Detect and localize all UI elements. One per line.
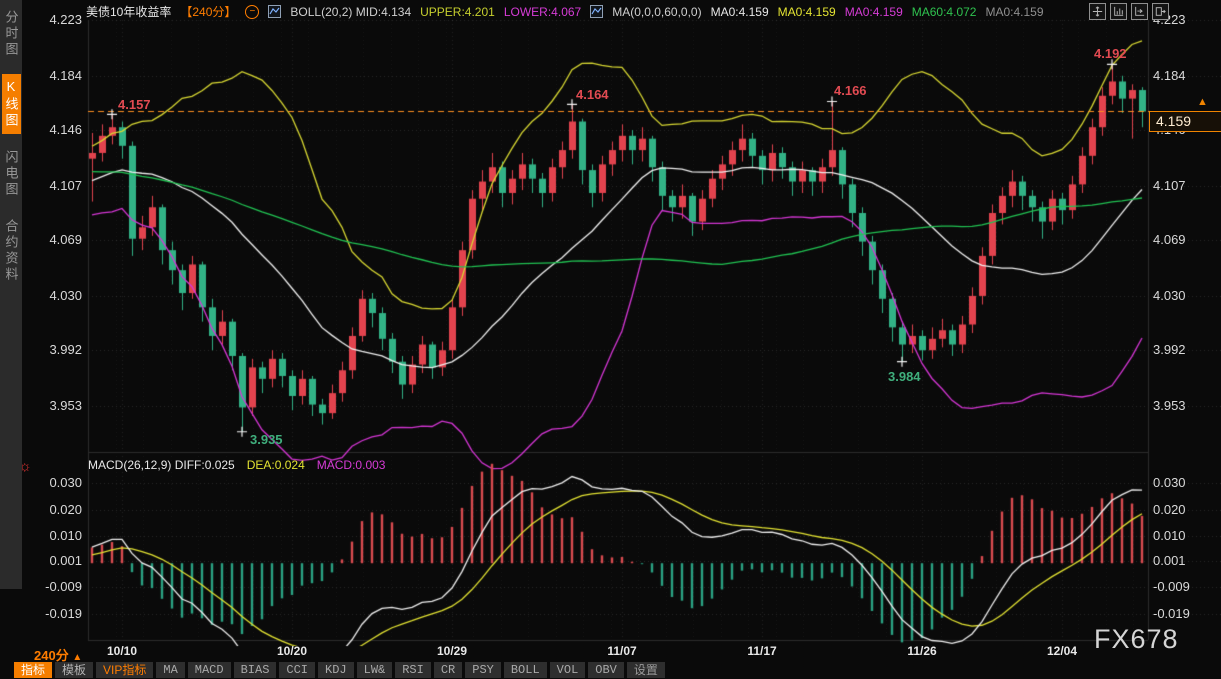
- macd-tick-label: -0.019: [1153, 606, 1190, 621]
- fit-horizontal-axis-icon[interactable]: [1131, 3, 1148, 20]
- tab-vip-indicator[interactable]: VIP指标: [96, 662, 153, 678]
- fit-vertical-axis-icon[interactable]: [1110, 3, 1127, 20]
- price-up-arrow-icon: ▲: [1197, 96, 1208, 108]
- candlestick-chart-canvas[interactable]: [0, 0, 1221, 679]
- indicator-readout: LOWER:4.067: [504, 5, 581, 19]
- indicator-toolbar: 指标模板VIP指标MAMACDBIASCCIKDJLW&RSICRPSYBOLL…: [14, 662, 665, 678]
- indicator-readout: MA0:4.159: [778, 5, 836, 19]
- btn-settings[interactable]: 设置: [627, 662, 665, 678]
- price-annotation: 3.984: [888, 369, 921, 384]
- btn-lw[interactable]: LW&: [357, 662, 393, 678]
- indicator-readout: 美债10年收益率: [86, 3, 171, 20]
- btn-ma[interactable]: MA: [156, 662, 184, 678]
- sidebar-tab-2[interactable]: K线图: [2, 74, 21, 134]
- indicator-readout: MA0:4.159: [985, 5, 1043, 19]
- sidebar-tab-3[interactable]: 闪电图: [2, 145, 21, 203]
- macd-tick-label: 0.030: [1153, 475, 1186, 490]
- price-tick-label: 4.069: [1153, 232, 1186, 247]
- macd-readout-bar: MACD(26,12,9) DIFF:0.025 DEA:0.024 MACD:0.…: [88, 458, 385, 472]
- price-tick-label: 3.953: [1153, 398, 1186, 413]
- indicator-readout: MA0:4.159: [845, 5, 903, 19]
- date-tick-label: 10/20: [277, 644, 307, 658]
- btn-cr[interactable]: CR: [434, 662, 462, 678]
- indicator-readout: BOLL(20,2) MID:4.134: [290, 5, 411, 19]
- price-tick-label: 3.992: [1153, 342, 1186, 357]
- btn-vol[interactable]: VOL: [550, 662, 586, 678]
- price-tick-label: 4.107: [1153, 178, 1186, 193]
- chart-window-controls: [1089, 3, 1169, 20]
- btn-macd[interactable]: MACD: [188, 662, 231, 678]
- chart-app-window: 美债10年收益率【240分】− BOLL(20,2) MID:4.134 UPPER…: [0, 0, 1221, 679]
- macd-tick-label: -0.019: [2, 606, 82, 621]
- price-annotation: 4.157: [118, 97, 151, 112]
- sidebar-tab-1[interactable]: 分时图: [2, 5, 21, 63]
- macd-readout: DEA:0.024: [247, 458, 305, 472]
- price-annotation: 4.164: [576, 87, 609, 102]
- macd-readout: MACD(26,12,9) DIFF:0.025: [88, 458, 235, 472]
- btn-cci[interactable]: CCI: [279, 662, 315, 678]
- period-label: 240分: [34, 648, 69, 663]
- macd-tick-label: -0.009: [1153, 579, 1190, 594]
- mini-chart-icon: [268, 5, 281, 18]
- sidebar-tab-4[interactable]: 合约资料: [2, 214, 21, 288]
- price-annotation: 4.166: [834, 83, 867, 98]
- pan-move-icon[interactable]: [1089, 3, 1106, 20]
- collapse-indicator-icon[interactable]: −: [245, 5, 259, 19]
- tab-indicator[interactable]: 指标: [14, 662, 52, 678]
- btn-psy[interactable]: PSY: [465, 662, 501, 678]
- date-tick-label: 10/29: [437, 644, 467, 658]
- indicator-readout: MA60:4.072: [912, 5, 977, 19]
- btn-rsi[interactable]: RSI: [395, 662, 431, 678]
- indicator-readout: UPPER:4.201: [420, 5, 495, 19]
- btn-kdj[interactable]: KDJ: [318, 662, 354, 678]
- indicator-readout: MA(0,0,0,60,0,0): [612, 5, 701, 19]
- date-tick-label: 11/26: [907, 644, 936, 658]
- macd-readout: MACD:0.003: [317, 458, 386, 472]
- btn-bias[interactable]: BIAS: [234, 662, 277, 678]
- indicator-readout-bar: 美债10年收益率【240分】− BOLL(20,2) MID:4.134 UPPER…: [86, 3, 1044, 20]
- date-tick-label: 12/04: [1047, 644, 1077, 658]
- price-annotation: 3.935: [250, 432, 283, 447]
- macd-tick-label: 0.010: [1153, 528, 1186, 543]
- tab-template[interactable]: 模板: [55, 662, 93, 678]
- indicator-readout: MA0:4.159: [711, 5, 769, 19]
- expand-pane-icon[interactable]: [1152, 3, 1169, 20]
- macd-tick-label: 0.020: [1153, 502, 1186, 517]
- price-annotation: 4.192: [1094, 46, 1127, 61]
- mini-chart-icon: [590, 5, 603, 18]
- btn-obv[interactable]: OBV: [588, 662, 624, 678]
- price-tick-label: 4.184: [1153, 68, 1186, 83]
- btn-boll[interactable]: BOLL: [504, 662, 547, 678]
- indicator-readout: 【240分】: [180, 3, 236, 20]
- current-price-tag: 4.159: [1149, 111, 1221, 132]
- date-tick-label: 10/10: [107, 644, 137, 658]
- chart-type-sidebar: 分时图 K线图闪电图合约资料: [0, 0, 22, 589]
- date-tick-label: 11/07: [607, 644, 636, 658]
- price-tick-label: 4.030: [1153, 288, 1186, 303]
- date-tick-label: 11/17: [747, 644, 776, 658]
- macd-tick-label: 0.001: [1153, 553, 1186, 568]
- fx678-watermark: FX678: [1094, 624, 1179, 655]
